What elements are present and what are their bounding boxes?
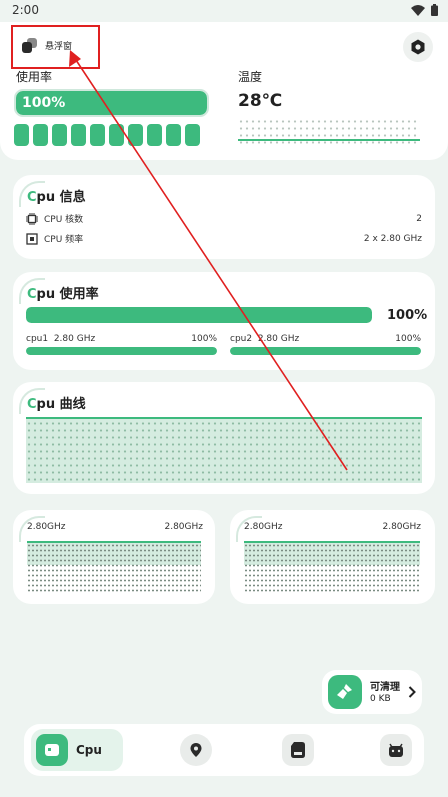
core-usage-cpu1: cpu1 2.80 GHz 100% bbox=[26, 334, 217, 355]
core-graph-left-label: 2.80GHz bbox=[27, 522, 66, 532]
core-graph-2 bbox=[244, 541, 420, 593]
settings-button[interactable] bbox=[403, 32, 433, 62]
broom-icon bbox=[337, 684, 352, 699]
cpu-usage-title: Cpu 使用率 bbox=[27, 287, 99, 302]
cpu-total-usage-fill bbox=[26, 307, 372, 323]
usage-segment bbox=[147, 124, 162, 146]
usage-segment bbox=[90, 124, 105, 146]
usage-bar: 100% bbox=[14, 89, 209, 117]
clean-size: 0 KB bbox=[370, 694, 391, 704]
core-graph-card-2: 2.80GHz 2.80GHz bbox=[230, 510, 435, 604]
cpu-usage-card: Cpu 使用率 100% cpu1 2.80 GHz 100% cpu2 2.8… bbox=[13, 272, 435, 370]
cpu-frequency-value: 2 x 2.80 GHz bbox=[363, 233, 422, 244]
cpu-curve-title: Cpu 曲线 bbox=[27, 397, 86, 412]
processor-icon bbox=[26, 232, 38, 245]
nav-item-storage[interactable] bbox=[282, 734, 314, 766]
battery-icon bbox=[431, 4, 438, 16]
core-usage-bar bbox=[230, 347, 421, 355]
core-graph-left-label: 2.80GHz bbox=[244, 522, 283, 532]
usage-label: 使用率 bbox=[16, 70, 53, 84]
nav-cpu-label: Cpu bbox=[76, 743, 102, 757]
cpu-total-usage-bar bbox=[26, 307, 372, 323]
temperature-value: 28℃ bbox=[238, 91, 283, 111]
nav-item-location[interactable] bbox=[180, 734, 212, 766]
core-graph-right-label: 2.80GHz bbox=[164, 522, 203, 532]
cpu-cores-value: 2 bbox=[416, 213, 422, 224]
temperature-label: 温度 bbox=[238, 70, 263, 84]
status-time: 2:00 bbox=[12, 3, 39, 17]
core-usage-fill-1 bbox=[230, 347, 421, 355]
usage-segment bbox=[33, 124, 48, 146]
usage-segment bbox=[185, 124, 200, 146]
cpu-nav-icon-box bbox=[36, 734, 68, 766]
core-graph-1 bbox=[27, 541, 201, 593]
cpu-curve-card: Cpu 曲线 bbox=[13, 382, 435, 494]
chevron-right-icon bbox=[408, 686, 416, 698]
usage-segment bbox=[52, 124, 67, 146]
usage-segment bbox=[14, 124, 29, 146]
core-usage-value: 100% bbox=[395, 334, 421, 344]
cpu-cores-label: CPU 核数 bbox=[44, 215, 84, 225]
nav-item-cpu[interactable]: Cpu bbox=[31, 729, 123, 771]
core-usage-value: 100% bbox=[191, 334, 217, 344]
usage-segment bbox=[71, 124, 86, 146]
core-frequency: 2.80 GHz bbox=[53, 334, 96, 344]
temperature-graph bbox=[238, 118, 420, 148]
cpu-curve-graph bbox=[26, 417, 422, 483]
cpu-total-usage-value: 100% bbox=[387, 308, 428, 323]
core-graph-right-label: 2.80GHz bbox=[382, 522, 421, 532]
broom-icon-box bbox=[328, 675, 362, 709]
usage-segment bbox=[166, 124, 181, 146]
cpu-frequency-row: CPU 频率 2 x 2.80 GHz bbox=[26, 232, 422, 245]
android-icon bbox=[389, 743, 403, 757]
usage-segment bbox=[109, 124, 124, 146]
usage-segment bbox=[128, 124, 143, 146]
status-bar: 2:00 bbox=[0, 0, 448, 20]
chip-icon bbox=[26, 212, 38, 225]
core-usage-fill-0 bbox=[26, 347, 217, 355]
gear-icon bbox=[411, 39, 425, 55]
clean-button[interactable]: 可清理 0 KB bbox=[322, 670, 422, 714]
cpu-info-title: Cpu 信息 bbox=[27, 190, 86, 205]
clean-title: 可清理 bbox=[370, 682, 400, 693]
cpu-frequency-label: CPU 频率 bbox=[44, 235, 84, 245]
core-graph-card-1: 2.80GHz 2.80GHz bbox=[13, 510, 215, 604]
cpu-cores-row: CPU 核数 2 bbox=[26, 212, 422, 225]
wifi-icon bbox=[411, 4, 425, 16]
location-icon bbox=[190, 743, 202, 757]
sd-card-icon bbox=[291, 742, 305, 758]
core-name: cpu1 bbox=[26, 334, 49, 344]
core-name: cpu2 bbox=[230, 334, 253, 344]
nav-item-android[interactable] bbox=[380, 734, 412, 766]
annotation-box bbox=[11, 25, 100, 69]
core-usage-cpu2: cpu2 2.80 GHz 100% bbox=[230, 334, 421, 355]
usage-value: 100% bbox=[22, 95, 66, 111]
bottom-nav: Cpu bbox=[24, 724, 424, 776]
cpu-info-card: Cpu 信息 CPU 核数 2 CPU 频率 2 x 2.80 GHz bbox=[13, 175, 435, 259]
core-usage-bar bbox=[26, 347, 217, 355]
core-frequency: 2.80 GHz bbox=[257, 334, 300, 344]
chip-nav-icon bbox=[45, 744, 59, 756]
